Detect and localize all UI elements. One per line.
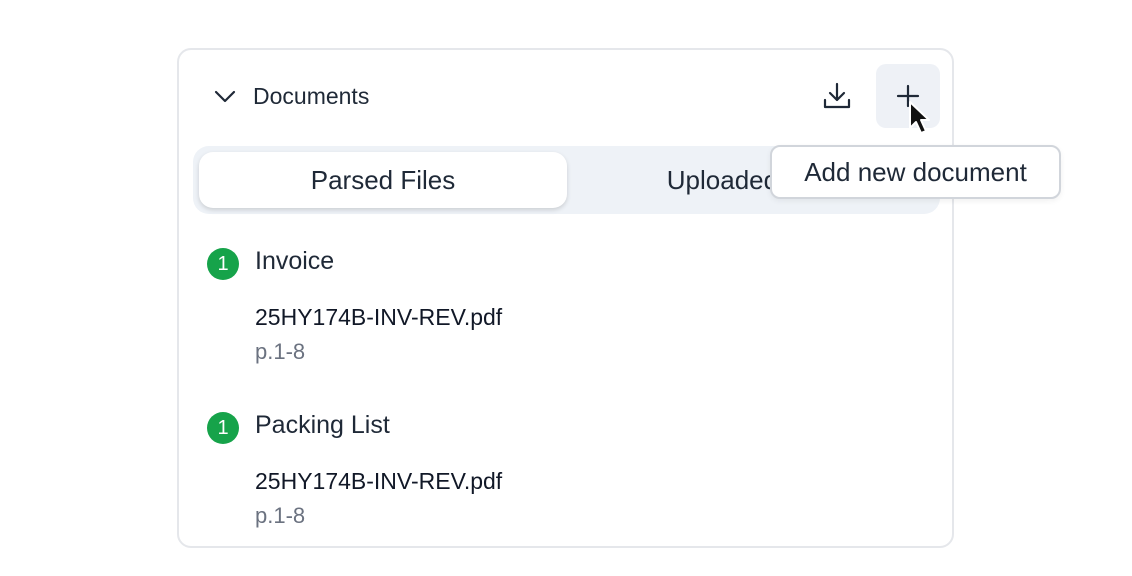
download-icon xyxy=(823,82,851,109)
document-list: 1 Invoice 25HY174B-INV-REV.pdf p.1-8 1 P… xyxy=(207,247,952,576)
file-pages: p.1-8 xyxy=(255,339,306,364)
tab-parsed-files[interactable]: Parsed Files xyxy=(199,152,567,208)
document-type-label: Packing List xyxy=(255,411,390,439)
count-badge: 1 xyxy=(207,412,239,444)
file-pages: p.1-8 xyxy=(255,503,306,528)
chevron-down-icon xyxy=(214,90,236,103)
file-entry[interactable]: 25HY174B-INV-REV.pdf p.1-8 xyxy=(255,304,502,365)
documents-panel: Documents Parsed Files Uploaded Files 1 … xyxy=(177,48,954,548)
panel-title: Documents xyxy=(253,83,370,109)
collapse-button[interactable] xyxy=(211,86,239,108)
add-document-tooltip: Add new document xyxy=(770,145,1061,199)
download-button[interactable] xyxy=(805,64,869,128)
document-type-label: Invoice xyxy=(255,247,335,275)
panel-header: Documents xyxy=(179,50,952,146)
document-group-invoice: 1 Invoice 25HY174B-INV-REV.pdf p.1-8 xyxy=(207,247,952,412)
count-badge: 1 xyxy=(207,248,239,280)
mouse-pointer-icon xyxy=(909,101,930,134)
file-name: 25HY174B-INV-REV.pdf xyxy=(255,304,503,330)
document-group-packing-list: 1 Packing List 25HY174B-INV-REV.pdf p.1-… xyxy=(207,411,952,576)
file-name: 25HY174B-INV-REV.pdf xyxy=(255,468,503,494)
